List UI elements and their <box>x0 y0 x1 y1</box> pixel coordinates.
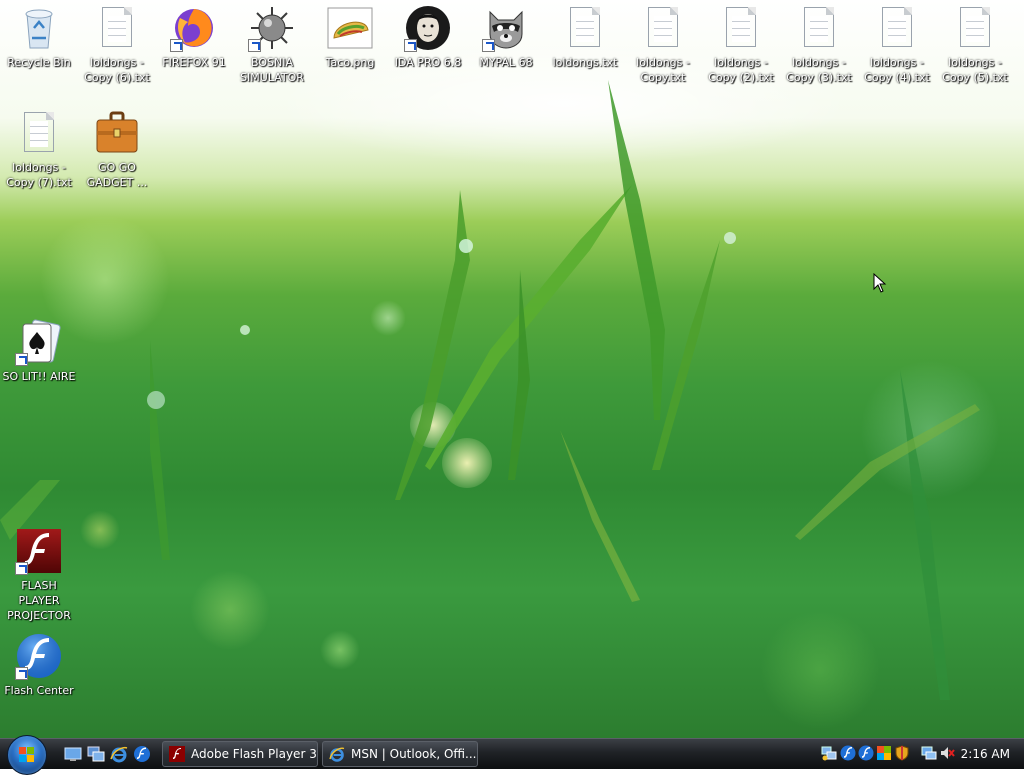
loldongs-copy-2-file[interactable]: loldongs - Copy (2).txt <box>702 4 780 85</box>
flash-icon[interactable] <box>133 745 151 763</box>
text-file-icon <box>561 4 609 52</box>
internet-explorer-icon[interactable] <box>110 745 128 763</box>
icon-label: FLASH PLAYER PROJECTOR <box>7 579 71 622</box>
task-button-label: Adobe Flash Player 32 <box>191 747 318 761</box>
text-file-icon <box>873 4 921 52</box>
mypal-shortcut[interactable]: MYPAL 68 <box>467 4 545 70</box>
icon-label: loldongs - Copy (3).txt <box>786 56 852 84</box>
firefox-shortcut[interactable]: FIREFOX 91 <box>155 4 233 70</box>
task-button-label: MSN | Outlook, Offi... <box>351 747 477 761</box>
loldongs-copy-4-file[interactable]: loldongs - Copy (4).txt <box>858 4 936 85</box>
briefcase-icon <box>93 109 141 157</box>
flash-icon[interactable] <box>858 745 874 761</box>
icon-label: loldongs - Copy (4).txt <box>864 56 930 84</box>
icon-label: loldongs - Copy (5).txt <box>942 56 1008 84</box>
icon-label: loldongs - Copy (6).txt <box>84 56 150 84</box>
icon-label: loldongs - Copy (7).txt <box>6 161 72 189</box>
icon-label: loldongs.txt <box>552 56 618 69</box>
playing-card-icon <box>15 318 63 366</box>
task-button-msn-outlook[interactable]: MSN | Outlook, Offi... <box>322 741 478 767</box>
network-connection-icon[interactable] <box>921 745 937 761</box>
ida-pro-shortcut[interactable]: IDA PRO 6.8 <box>389 4 467 70</box>
icon-label: FIREFOX 91 <box>162 56 226 69</box>
flash-icon <box>169 746 185 762</box>
windows-logo-icon <box>19 747 35 763</box>
text-file-icon <box>795 4 843 52</box>
spiked-mine-icon <box>248 4 296 52</box>
text-file-icon <box>15 109 63 157</box>
icon-label: GO GO GADGET ... <box>86 161 148 189</box>
firefox-icon <box>170 4 218 52</box>
show-desktop-icon[interactable] <box>64 745 82 763</box>
raccoon-icon <box>482 4 530 52</box>
icon-label: IDA PRO 6.8 <box>394 56 462 69</box>
taskbar: Adobe Flash Player 32 MSN | Outlook, Off… <box>0 735 1024 775</box>
flash-icon[interactable] <box>840 745 856 761</box>
start-button[interactable] <box>7 735 47 775</box>
text-file-icon <box>639 4 687 52</box>
loldongs-copy-5-file[interactable]: loldongs - Copy (5).txt <box>936 4 1014 85</box>
taco-image-icon <box>326 4 374 52</box>
shortcut-arrow-icon <box>248 39 261 52</box>
volume-muted-icon[interactable] <box>939 745 955 761</box>
text-file-icon <box>93 4 141 52</box>
task-button-flash-player[interactable]: Adobe Flash Player 32 <box>162 741 318 767</box>
loldongs-file[interactable]: loldongs.txt <box>546 4 624 70</box>
display-icon[interactable] <box>876 745 892 761</box>
switch-windows-icon[interactable] <box>87 745 105 763</box>
taco-image-file[interactable]: Taco.png <box>311 4 389 70</box>
mouse-cursor-icon <box>873 273 887 293</box>
icon-label: Flash Center <box>4 684 74 697</box>
solitaire-shortcut[interactable]: SO LIT!! AIRE <box>0 318 78 384</box>
security-icon[interactable] <box>894 745 910 761</box>
go-go-gadget-item[interactable]: GO GO GADGET ... <box>78 109 156 190</box>
flash-center-shortcut[interactable]: Flash Center <box>0 632 78 698</box>
system-clock[interactable]: 2:16 AM <box>961 747 1010 761</box>
icon-label: Taco.png <box>325 56 375 69</box>
flash-player-projector-shortcut[interactable]: FLASH PLAYER PROJECTOR <box>0 527 78 623</box>
shortcut-arrow-icon <box>15 562 28 575</box>
loldongs-copy-file[interactable]: loldongs - Copy.txt <box>624 4 702 85</box>
flash-center-icon <box>15 632 63 680</box>
text-file-icon <box>717 4 765 52</box>
network-icon[interactable] <box>821 745 837 761</box>
text-file-icon <box>951 4 999 52</box>
icon-label: Recycle Bin <box>7 56 71 69</box>
loldongs-copy-7-file[interactable]: loldongs - Copy (7).txt <box>0 109 78 190</box>
icon-label: SO LIT!! AIRE <box>2 370 76 383</box>
internet-explorer-icon <box>329 747 345 762</box>
shortcut-arrow-icon <box>404 39 417 52</box>
icon-label: loldongs - Copy (2).txt <box>708 56 774 84</box>
shortcut-arrow-icon <box>15 667 28 680</box>
bosnia-simulator-shortcut[interactable]: BOSNIA SIMULATOR <box>233 4 311 85</box>
loldongs-copy-3-file[interactable]: loldongs - Copy (3).txt <box>780 4 858 85</box>
recycle-bin-icon-item[interactable]: Recycle Bin <box>0 4 78 70</box>
shortcut-arrow-icon <box>170 39 183 52</box>
ida-pro-portrait-icon <box>404 4 452 52</box>
desktop-background[interactable]: Recycle Bin loldongs - Copy (6).txt FIRE… <box>0 0 1024 738</box>
loldongs-copy-6-file[interactable]: loldongs - Copy (6).txt <box>78 4 156 85</box>
icon-label: loldongs - Copy.txt <box>636 56 690 84</box>
recycle-bin-icon <box>15 4 63 52</box>
shortcut-arrow-icon <box>15 353 28 366</box>
icon-label: BOSNIA SIMULATOR <box>240 56 304 84</box>
icon-label: MYPAL 68 <box>479 56 533 69</box>
flash-player-icon <box>15 527 63 575</box>
shortcut-arrow-icon <box>482 39 495 52</box>
